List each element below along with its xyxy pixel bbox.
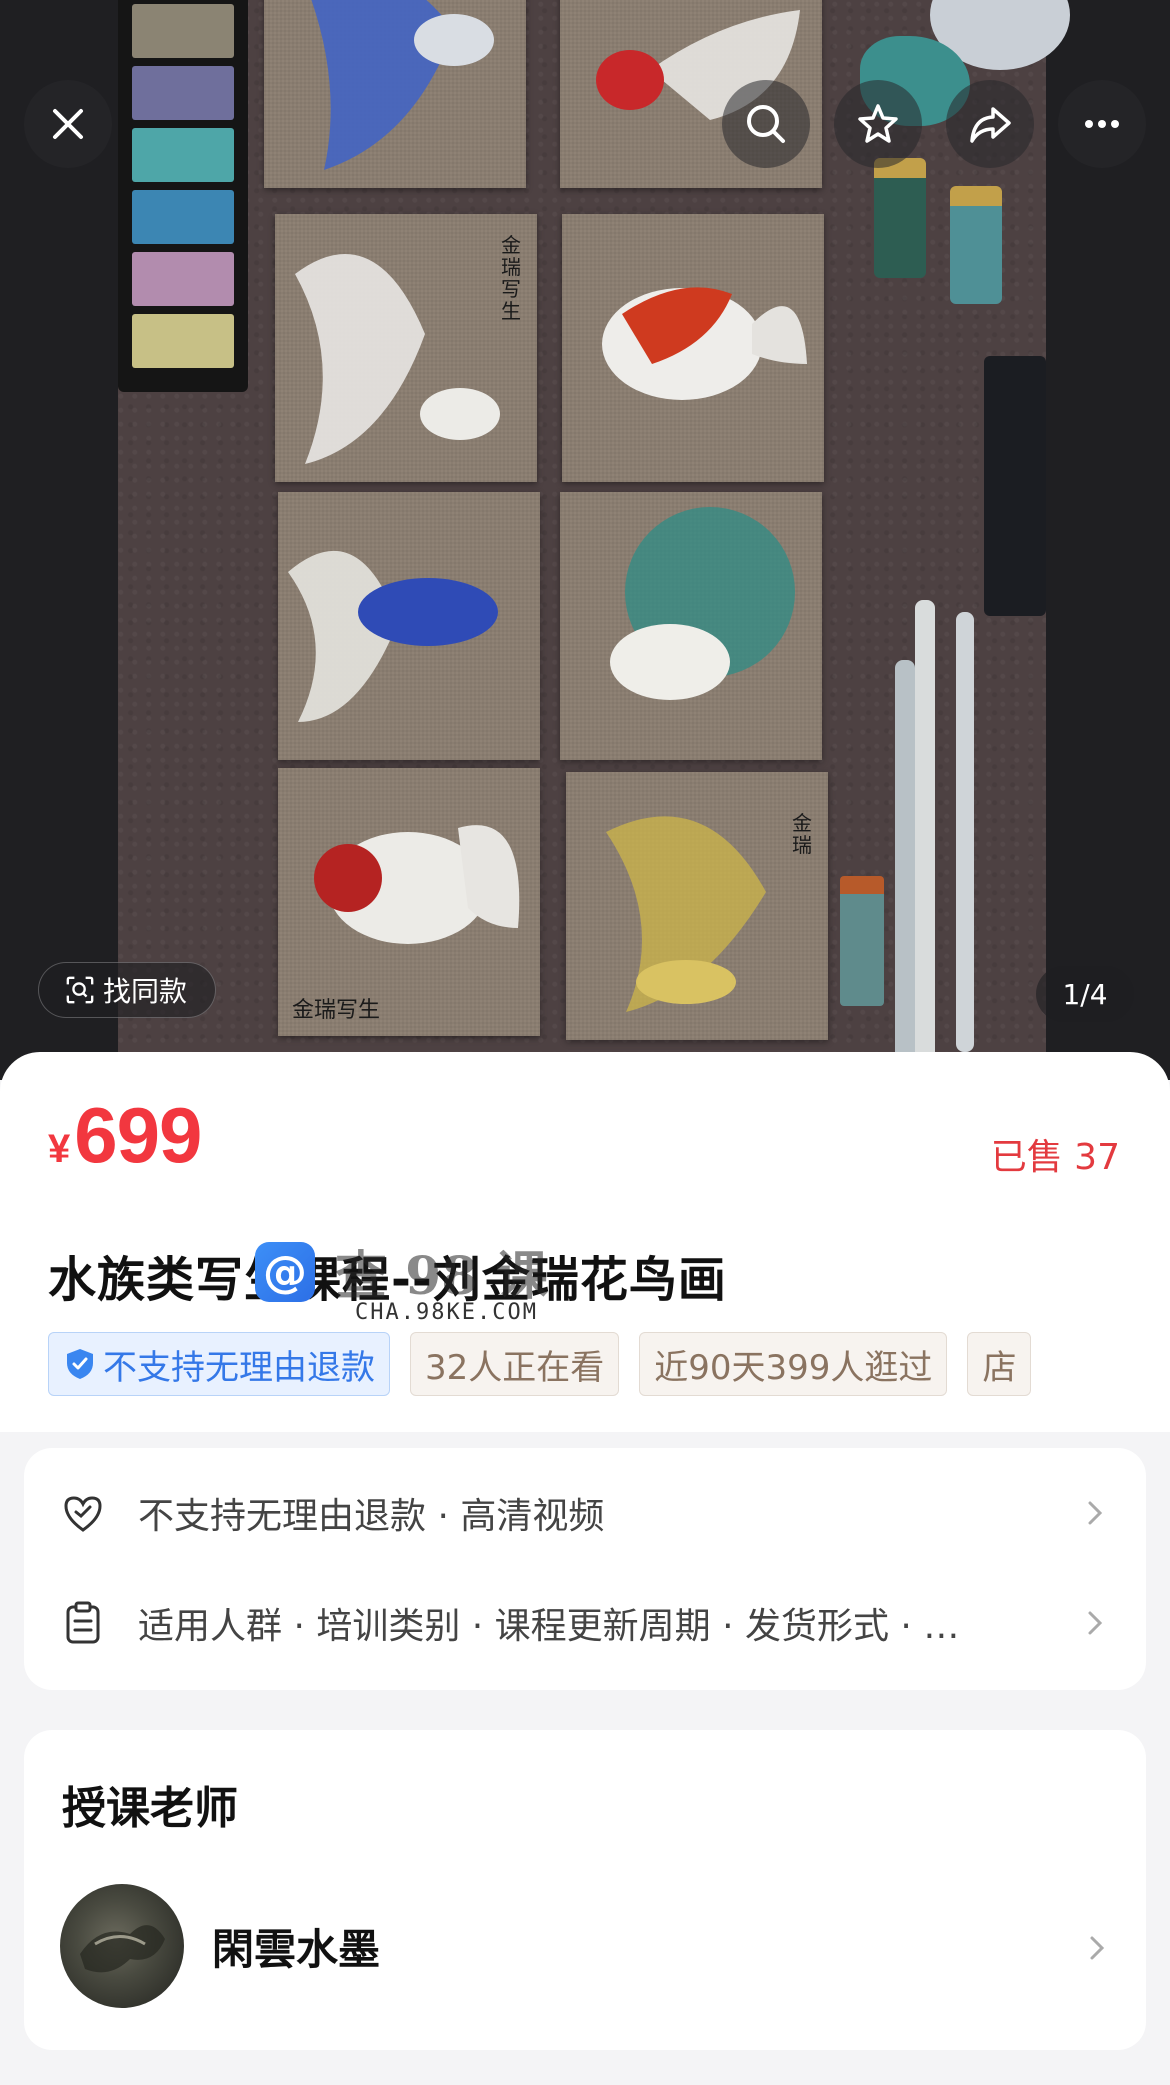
- painting-card-white-betta: 金瑞写生: [275, 214, 537, 482]
- product-tags: 不支持无理由退款 32人正在看 近90天399人逛过 店: [48, 1332, 1122, 1398]
- paint-pan: [132, 314, 234, 368]
- close-button[interactable]: [24, 80, 112, 168]
- painting-card-crowned-goldfish: 金瑞写生: [278, 768, 540, 1036]
- seal-stone: [840, 876, 884, 1006]
- pencil: [915, 600, 935, 1060]
- brush-roll: [984, 356, 1046, 616]
- search-icon: [747, 105, 785, 143]
- share-button[interactable]: [946, 80, 1034, 168]
- teacher-avatar[interactable]: [60, 1884, 184, 2008]
- dragon-painting-image: [80, 1925, 165, 1973]
- clipboard-icon: [66, 1601, 100, 1644]
- paint-pan: [132, 252, 234, 306]
- sold-count: 已售 37: [990, 1137, 1120, 1178]
- pigment-jar: [874, 158, 926, 278]
- painting-card-blue-betta: [264, 0, 526, 188]
- tag-visited[interactable]: 近90天399人逛过: [639, 1332, 948, 1396]
- more-icon: [1085, 120, 1119, 128]
- more-button[interactable]: [1058, 80, 1146, 168]
- tag-label: 近90天399人逛过: [654, 1347, 933, 1388]
- tag-no-refund[interactable]: 不支持无理由退款: [48, 1332, 390, 1396]
- inscription: 金瑞: [792, 811, 812, 857]
- product-title: 水族类写生课程--刘金瑞花鸟画: [48, 1252, 727, 1308]
- tag-watching[interactable]: 32人正在看: [410, 1332, 620, 1396]
- paint-pan: [132, 128, 234, 182]
- service-row-text: 不支持无理由退款 · 高清视频: [138, 1496, 605, 1537]
- scan-icon: [66, 976, 94, 1004]
- tag-label: 不支持无理由退款: [103, 1347, 375, 1388]
- pencil: [895, 660, 915, 1060]
- paint-pan: [132, 66, 234, 120]
- inscription: 金瑞写生: [501, 233, 521, 323]
- painting-card-gold-betta: 金瑞: [566, 772, 828, 1040]
- tag-label: 32人正在看: [425, 1347, 605, 1388]
- teacher-card: 授课老师 閑雲水墨: [24, 1730, 1146, 2050]
- image-pager: 1/4: [1036, 966, 1134, 1022]
- price: ¥ 699: [48, 1090, 202, 1181]
- currency-symbol: ¥: [48, 1127, 71, 1171]
- inscription: 金瑞写生: [292, 998, 381, 1023]
- pencil: [956, 612, 974, 1052]
- params-row[interactable]: 适用人群 · 培训类别 · 课程更新周期 · 发货形式 · …: [60, 1588, 1110, 1658]
- chevron-right-icon[interactable]: [1082, 1933, 1112, 1963]
- pigment-jar: [950, 186, 1002, 304]
- service-info-card: 不支持无理由退款 · 高清视频 适用人群 · 培训类别 · 课程更新周期 · 发…: [24, 1448, 1146, 1690]
- watercolor-palette: [118, 0, 248, 392]
- close-icon: [53, 109, 83, 139]
- search-button[interactable]: [722, 80, 810, 168]
- share-icon: [970, 107, 1011, 143]
- shield-check-icon: [67, 1349, 93, 1379]
- painting-card-blue-white-betta: [278, 492, 540, 760]
- service-row[interactable]: 不支持无理由退款 · 高清视频: [60, 1478, 1110, 1548]
- paint-pan: [132, 190, 234, 244]
- tag-label: 店: [982, 1347, 1017, 1388]
- teacher-name[interactable]: 閑雲水墨: [212, 1916, 380, 1977]
- favorite-button[interactable]: [834, 80, 922, 168]
- price-amount: 699: [74, 1091, 202, 1179]
- params-row-text: 适用人群 · 培训类别 · 课程更新周期 · 发货形式 · …: [138, 1606, 960, 1647]
- find-similar-label: 找同款: [103, 975, 188, 1008]
- heart-shield-icon: [64, 1496, 102, 1532]
- find-similar-button[interactable]: 找同款: [38, 962, 217, 1018]
- painting-card-teal-betta: [560, 492, 822, 760]
- teacher-section-title: 授课老师: [62, 1783, 238, 1834]
- tag-store[interactable]: 店: [967, 1332, 1032, 1396]
- chevron-right-icon: [1088, 1611, 1103, 1635]
- chevron-right-icon: [1088, 1501, 1103, 1525]
- paint-pan: [132, 4, 234, 58]
- painting-card-red-white-goldfish: [562, 214, 824, 482]
- star-icon: [858, 104, 898, 143]
